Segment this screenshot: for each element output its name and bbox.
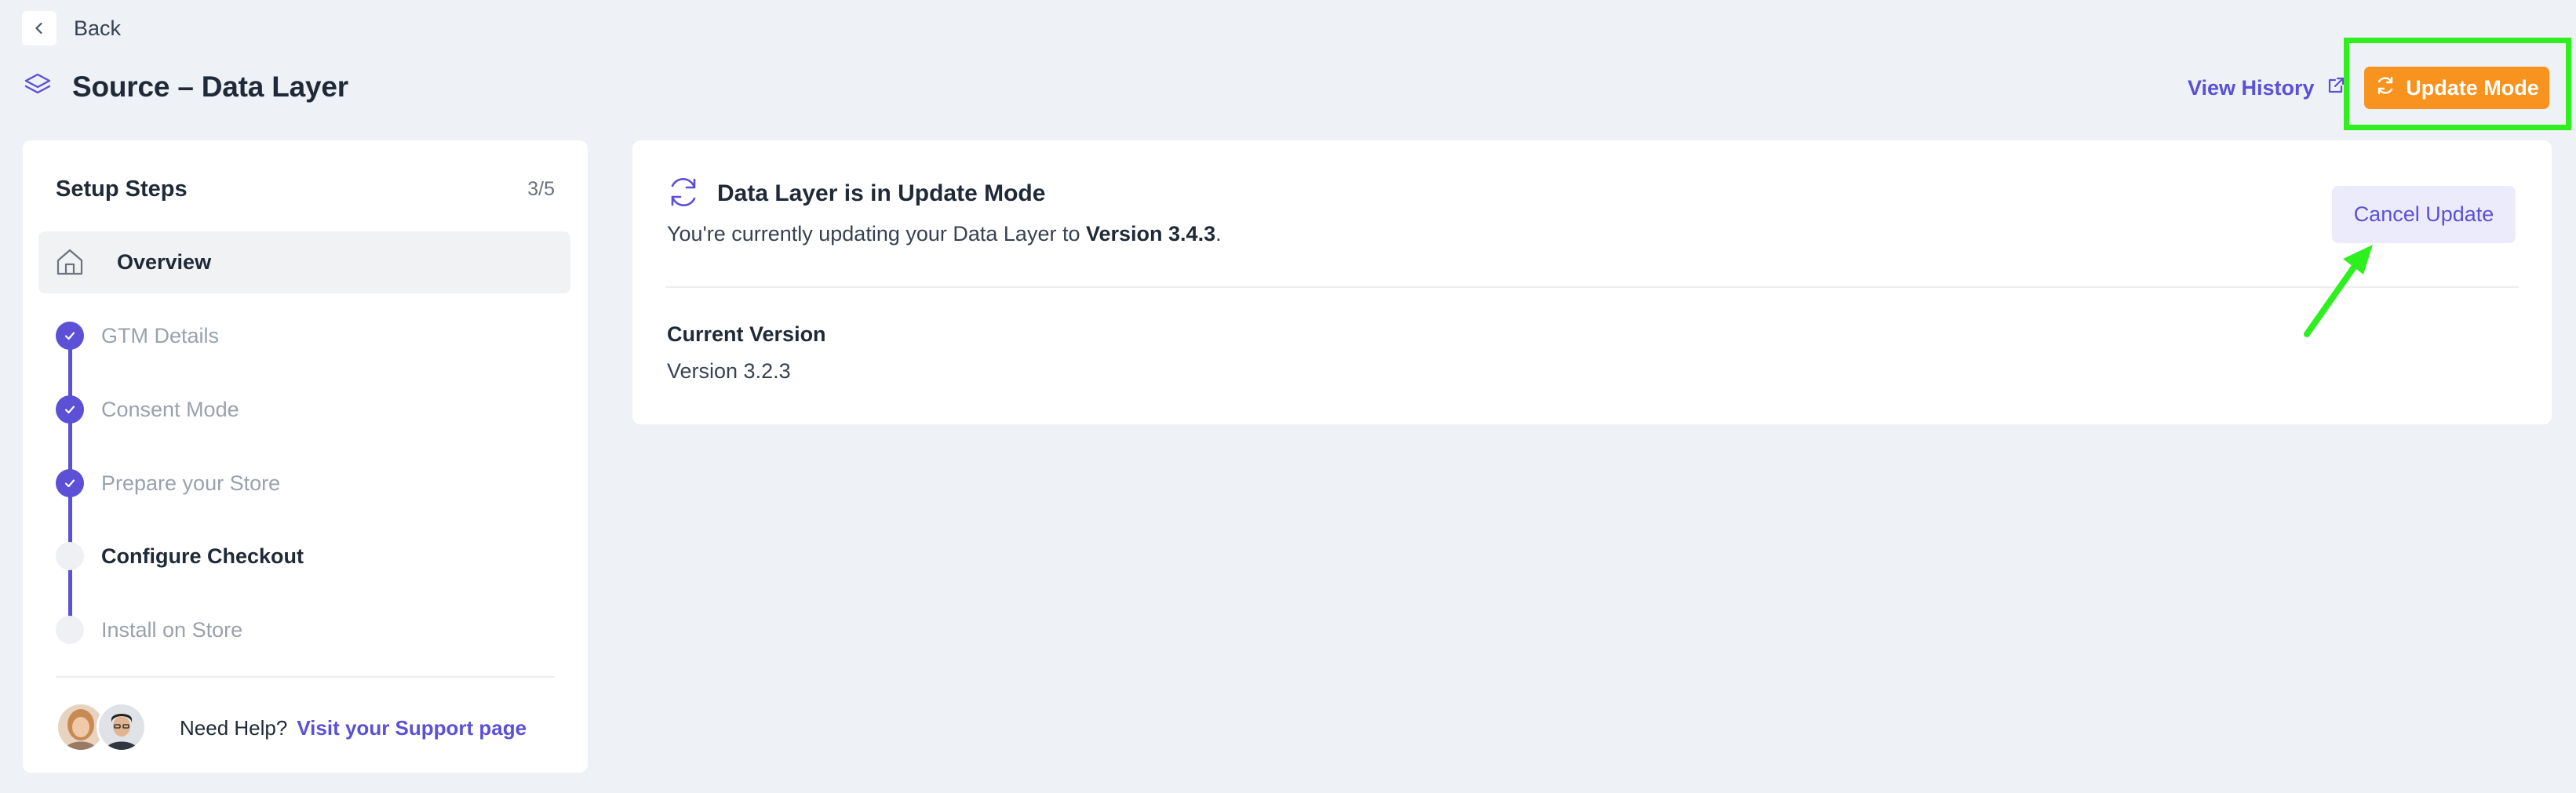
step-gtm-details-label: GTM Details	[101, 323, 220, 347]
step-pending-dot	[56, 542, 84, 570]
page-header: Source – Data Layer	[22, 63, 348, 111]
update-description-suffix: .	[1215, 222, 1222, 246]
step-install-on-store[interactable]: Install on Store	[56, 614, 242, 646]
support-page-link[interactable]: Visit your Support page	[297, 716, 526, 740]
step-consent-mode[interactable]: Consent Mode	[56, 394, 239, 425]
help-row: Need Help? Visit your Support page	[56, 700, 526, 755]
step-pending-dot	[56, 616, 84, 644]
update-mode-label: Update Mode	[2406, 75, 2539, 100]
current-version-value: Version 3.2.3	[667, 359, 791, 383]
support-avatars	[56, 702, 150, 754]
step-configure-checkout[interactable]: Configure Checkout	[56, 540, 304, 572]
view-history-link[interactable]: View History	[2188, 69, 2346, 107]
step-overview-label: Overview	[117, 250, 212, 274]
check-icon	[56, 469, 84, 497]
page: Back Source – Data Layer View History Up…	[0, 0, 2576, 793]
help-text: Need Help?	[180, 715, 288, 740]
step-overview[interactable]: Overview	[38, 231, 570, 293]
divider	[56, 676, 555, 678]
step-gtm-details[interactable]: GTM Details	[56, 320, 219, 351]
check-icon	[56, 395, 84, 424]
step-configure-checkout-label: Configure Checkout	[101, 544, 304, 568]
setup-steps-panel: Setup Steps 3/5 Overview GTM Details Con…	[23, 140, 588, 773]
refresh-icon	[2374, 75, 2396, 102]
update-description-prefix: You're currently updating your Data Laye…	[667, 222, 1086, 246]
setup-steps-title: Setup Steps	[56, 176, 188, 202]
annotation-arrow-icon	[2304, 245, 2373, 337]
check-icon	[56, 322, 84, 350]
card-header: Data Layer is in Update Mode	[665, 175, 1045, 213]
step-prepare-store[interactable]: Prepare your Store	[56, 467, 280, 499]
chevron-left-icon[interactable]	[22, 11, 56, 45]
step-prepare-store-label: Prepare your Store	[101, 471, 281, 495]
update-mode-card: Data Layer is in Update Mode You're curr…	[632, 140, 2552, 424]
setup-steps-progress: 3/5	[527, 178, 555, 200]
page-title: Source – Data Layer	[72, 71, 348, 103]
card-title: Data Layer is in Update Mode	[717, 180, 1046, 206]
back-link[interactable]: Back	[22, 9, 121, 47]
step-install-on-store-label: Install on Store	[101, 617, 243, 642]
avatar	[97, 702, 147, 752]
back-label: Back	[74, 16, 122, 40]
refresh-icon	[665, 174, 701, 214]
view-history-label: View History	[2188, 75, 2315, 100]
external-link-icon	[2326, 75, 2346, 101]
cancel-update-label: Cancel Update	[2353, 202, 2494, 226]
update-description: You're currently updating your Data Laye…	[667, 222, 1222, 246]
current-version-label: Current Version	[667, 322, 826, 346]
target-version: Version 3.4.3	[1085, 222, 1216, 246]
update-mode-button[interactable]: Update Mode	[2364, 67, 2549, 109]
layers-icon	[22, 70, 53, 105]
setup-steps-header: Setup Steps 3/5	[56, 176, 555, 202]
home-icon	[53, 246, 86, 282]
step-consent-mode-label: Consent Mode	[101, 397, 239, 421]
divider	[665, 286, 2519, 288]
